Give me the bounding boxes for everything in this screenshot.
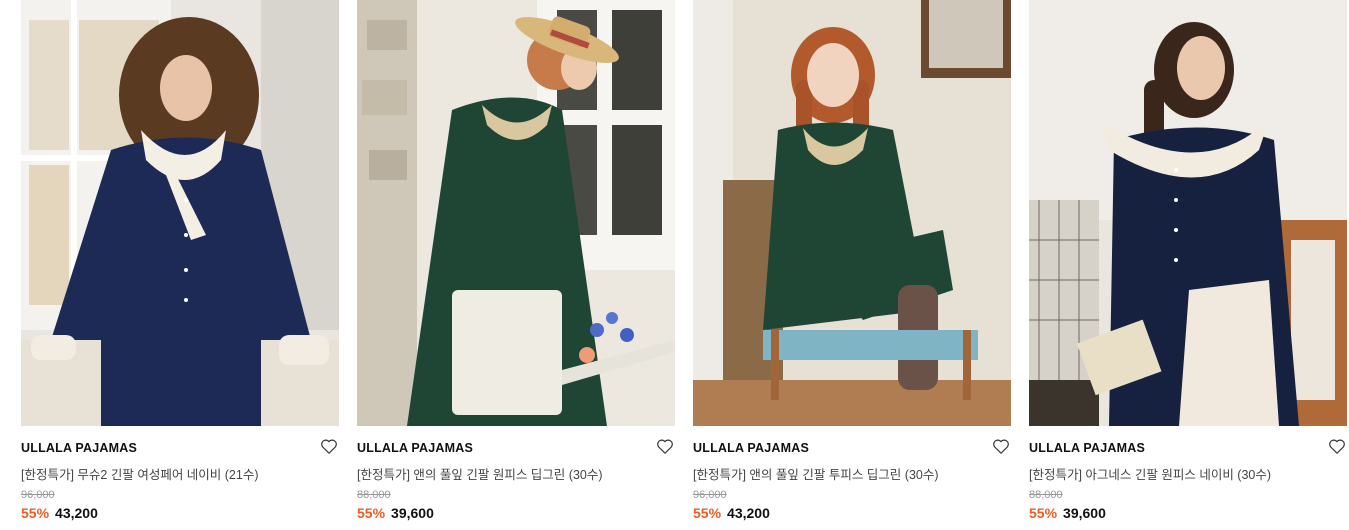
product-image[interactable]: [21, 0, 339, 426]
discount-rate: 55%: [357, 505, 386, 521]
sale-price: 43,200: [727, 505, 770, 521]
brand-name[interactable]: ULLALA PAJAMAS: [1029, 441, 1145, 455]
product-title[interactable]: [한정특가] 아그네스 긴팔 원피스 네이비 (30수): [1029, 464, 1271, 483]
discount-rate: 55%: [693, 505, 722, 521]
product-card[interactable]: ULLALA PAJAMAS [한정특가] 앤의 풀잎 긴팔 원피스 딥그린 (…: [357, 0, 675, 530]
heart-icon[interactable]: [320, 438, 338, 455]
brand-name[interactable]: ULLALA PAJAMAS: [693, 441, 809, 455]
discount-rate: 55%: [1029, 505, 1058, 521]
product-title[interactable]: [한정특가] 무슈2 긴팔 여성페어 네이비 (21수): [21, 464, 259, 483]
price-row: 55% 39,600: [357, 505, 434, 521]
heart-icon[interactable]: [992, 438, 1010, 455]
price-row: 55% 43,200: [693, 505, 770, 521]
product-card[interactable]: ULLALA PAJAMAS [한정특가] 무슈2 긴팔 여성페어 네이비 (2…: [21, 0, 339, 530]
sale-price: 43,200: [55, 505, 98, 521]
original-price: 88,000: [357, 489, 391, 501]
product-card[interactable]: ULLALA PAJAMAS [한정특가] 아그네스 긴팔 원피스 네이비 (3…: [1029, 0, 1347, 530]
product-image[interactable]: [693, 0, 1011, 426]
sale-price: 39,600: [391, 505, 434, 521]
product-card[interactable]: ULLALA PAJAMAS [한정특가] 앤의 풀잎 긴팔 투피스 딥그린 (…: [693, 0, 1011, 530]
sale-price: 39,600: [1063, 505, 1106, 521]
heart-icon[interactable]: [656, 438, 674, 455]
brand-name[interactable]: ULLALA PAJAMAS: [21, 441, 137, 455]
product-image[interactable]: [1029, 0, 1347, 426]
original-price: 88,000: [1029, 489, 1063, 501]
product-grid: ULLALA PAJAMAS [한정특가] 무슈2 긴팔 여성페어 네이비 (2…: [0, 0, 1349, 530]
price-row: 55% 39,600: [1029, 505, 1106, 521]
brand-name[interactable]: ULLALA PAJAMAS: [357, 441, 473, 455]
price-row: 55% 43,200: [21, 505, 98, 521]
heart-icon[interactable]: [1328, 438, 1346, 455]
product-title[interactable]: [한정특가] 앤의 풀잎 긴팔 원피스 딥그린 (30수): [357, 464, 603, 483]
product-image[interactable]: [357, 0, 675, 426]
discount-rate: 55%: [21, 505, 50, 521]
original-price: 96,000: [693, 489, 727, 501]
product-title[interactable]: [한정특가] 앤의 풀잎 긴팔 투피스 딥그린 (30수): [693, 464, 939, 483]
original-price: 96,000: [21, 489, 55, 501]
